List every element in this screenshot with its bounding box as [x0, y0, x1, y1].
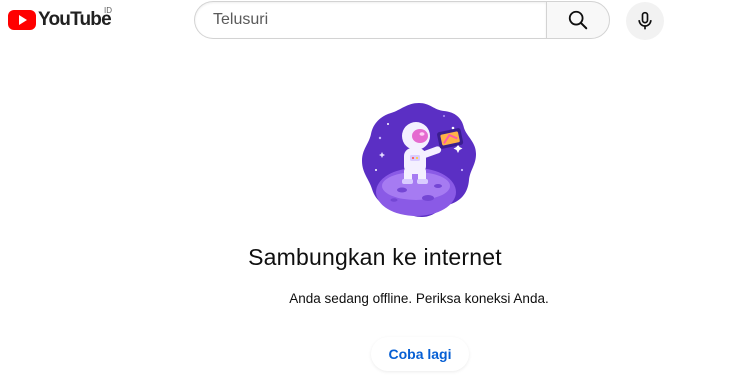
region-code: ID: [104, 6, 112, 15]
search-button[interactable]: [546, 1, 610, 39]
search-box[interactable]: [194, 1, 546, 39]
youtube-play-icon: [8, 10, 36, 30]
voice-search-button[interactable]: [626, 2, 664, 40]
retry-button[interactable]: Coba lagi: [371, 337, 469, 371]
offline-message: Anda sedang offline. Periksa koneksi And…: [289, 291, 549, 306]
offline-title: Sambungkan ke internet: [248, 244, 502, 270]
microphone-icon: [638, 11, 652, 30]
youtube-logo[interactable]: YouTube: [8, 9, 112, 31]
search-input[interactable]: [211, 10, 546, 30]
search-icon: [568, 10, 588, 30]
logo-text: YouTube: [38, 9, 112, 30]
astronaut-on-planet-illustration: [362, 103, 476, 217]
